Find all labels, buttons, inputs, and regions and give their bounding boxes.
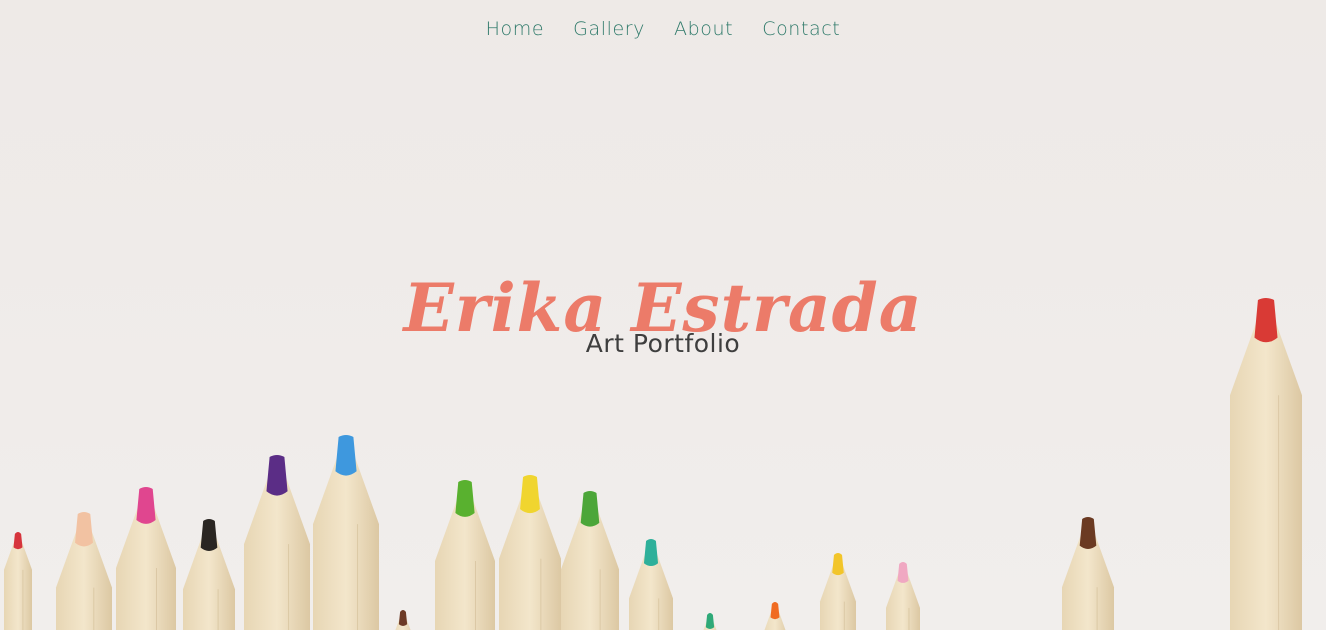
pencil	[313, 435, 379, 630]
pencil	[1062, 517, 1114, 630]
pencil	[499, 475, 561, 630]
hero-subtitle: Art Portfolio	[585, 329, 741, 358]
pencil	[764, 602, 786, 630]
nav-gallery-link[interactable]: Gallery	[573, 14, 645, 44]
nav-about-link[interactable]: About	[674, 14, 733, 44]
pencil	[116, 487, 176, 630]
pencil	[4, 532, 32, 630]
pencil	[395, 610, 411, 630]
main-nav: Home Gallery About Contact	[0, 14, 1326, 44]
pencil	[561, 491, 619, 630]
nav-home-link[interactable]: Home	[486, 14, 545, 44]
hero-section: Home Gallery About Contact Erika Estrada…	[0, 0, 1326, 630]
pencil	[703, 613, 717, 630]
pencil	[820, 553, 856, 630]
nav-contact-link[interactable]: Contact	[762, 14, 840, 44]
pencil	[56, 512, 112, 630]
pencil	[886, 562, 920, 630]
pencil	[244, 455, 310, 630]
pencil	[629, 539, 673, 630]
pencil	[435, 480, 495, 630]
pencil	[183, 519, 235, 630]
